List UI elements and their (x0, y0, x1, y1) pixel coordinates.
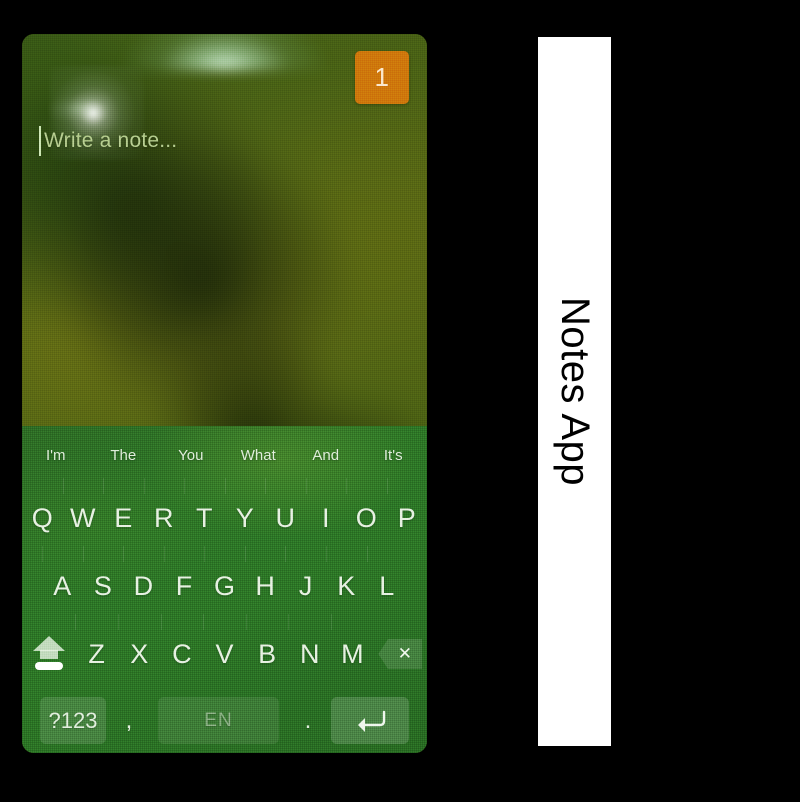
key-h[interactable]: H (244, 546, 286, 620)
key-x[interactable]: X (117, 614, 161, 688)
key-y[interactable]: Y (224, 478, 266, 552)
key-b[interactable]: B (245, 614, 289, 688)
keyboard-row-4: ?123 , EN . (22, 688, 427, 753)
period-key[interactable]: . (285, 697, 331, 744)
note-placeholder-text: Write a note... (44, 129, 178, 152)
enter-return-icon (358, 710, 386, 732)
key-k[interactable]: K (325, 546, 367, 620)
keyboard-row-3: Z X C V B N M ✕ (22, 614, 427, 688)
key-z[interactable]: Z (75, 614, 118, 688)
app-label-panel: Notes App (538, 37, 611, 746)
screenshot-canvas: 1 Write a note... I'm The You What And I… (0, 0, 800, 802)
symbols-key[interactable]: ?123 (40, 697, 106, 744)
backspace-key[interactable]: ✕ (374, 620, 427, 688)
keyboard-row-1: Q W E R T Y U I O P (22, 478, 428, 552)
suggestion-item-4[interactable]: And (292, 447, 360, 464)
key-j[interactable]: J (285, 546, 326, 620)
key-n[interactable]: N (288, 614, 331, 688)
key-g[interactable]: G (204, 546, 245, 620)
note-count-value: 1 (374, 62, 390, 92)
key-c[interactable]: C (160, 614, 204, 688)
suggestion-item-0[interactable]: I'm (22, 447, 90, 464)
note-compose-area[interactable]: 1 Write a note... (22, 34, 427, 426)
key-f[interactable]: F (163, 546, 205, 620)
key-i[interactable]: I (305, 478, 347, 552)
text-caret (39, 126, 41, 156)
key-u[interactable]: U (265, 478, 306, 552)
key-q[interactable]: Q (22, 484, 63, 552)
key-d[interactable]: D (123, 546, 164, 620)
suggestion-item-2[interactable]: You (157, 447, 225, 464)
key-e[interactable]: E (103, 478, 144, 552)
app-label-text: Notes App (553, 296, 598, 487)
on-screen-keyboard[interactable]: I'm The You What And It's Q W E R T Y U … (22, 426, 427, 753)
key-w[interactable]: W (62, 478, 104, 552)
keyboard-row-2: A S D F G H J K L (22, 546, 427, 620)
suggestion-item-5[interactable]: It's (360, 447, 428, 464)
shift-key[interactable] (22, 620, 75, 688)
suggestion-strip: I'm The You What And It's (22, 426, 427, 484)
enter-key[interactable] (331, 697, 409, 744)
backspace-delete-icon: ✕ (378, 639, 423, 669)
key-r[interactable]: R (143, 478, 185, 552)
key-l[interactable]: L (366, 546, 408, 620)
key-p[interactable]: P (386, 478, 428, 552)
key-t[interactable]: T (184, 478, 225, 552)
suggestion-item-3[interactable]: What (225, 447, 293, 464)
key-v[interactable]: V (203, 614, 246, 688)
key-o[interactable]: O (346, 478, 387, 552)
shift-up-arrow-icon (29, 636, 69, 672)
comma-key[interactable]: , (106, 697, 152, 744)
key-a[interactable]: A (42, 546, 83, 620)
note-count-badge[interactable]: 1 (355, 51, 409, 104)
phone-screen: 1 Write a note... I'm The You What And I… (22, 34, 427, 753)
suggestion-item-1[interactable]: The (90, 447, 158, 464)
note-input[interactable]: Write a note... (39, 124, 177, 158)
key-s[interactable]: S (82, 546, 124, 620)
space-key[interactable]: EN (158, 697, 279, 744)
key-m[interactable]: M (331, 614, 374, 688)
